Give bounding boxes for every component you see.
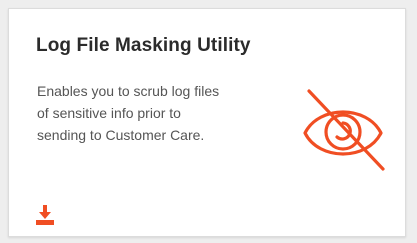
card-description: Enables you to scrub log files of sensit… [37,80,267,146]
card-title: Log File Masking Utility [36,35,251,56]
utility-card: Log File Masking Utility Enables you to … [8,8,406,237]
description-line: of sensitive info prior to [37,105,181,121]
download-icon[interactable] [36,205,54,225]
description-line: sending to Customer Care. [37,127,205,143]
eye-slash-icon [303,89,385,171]
description-line: Enables you to scrub log files [37,83,220,99]
